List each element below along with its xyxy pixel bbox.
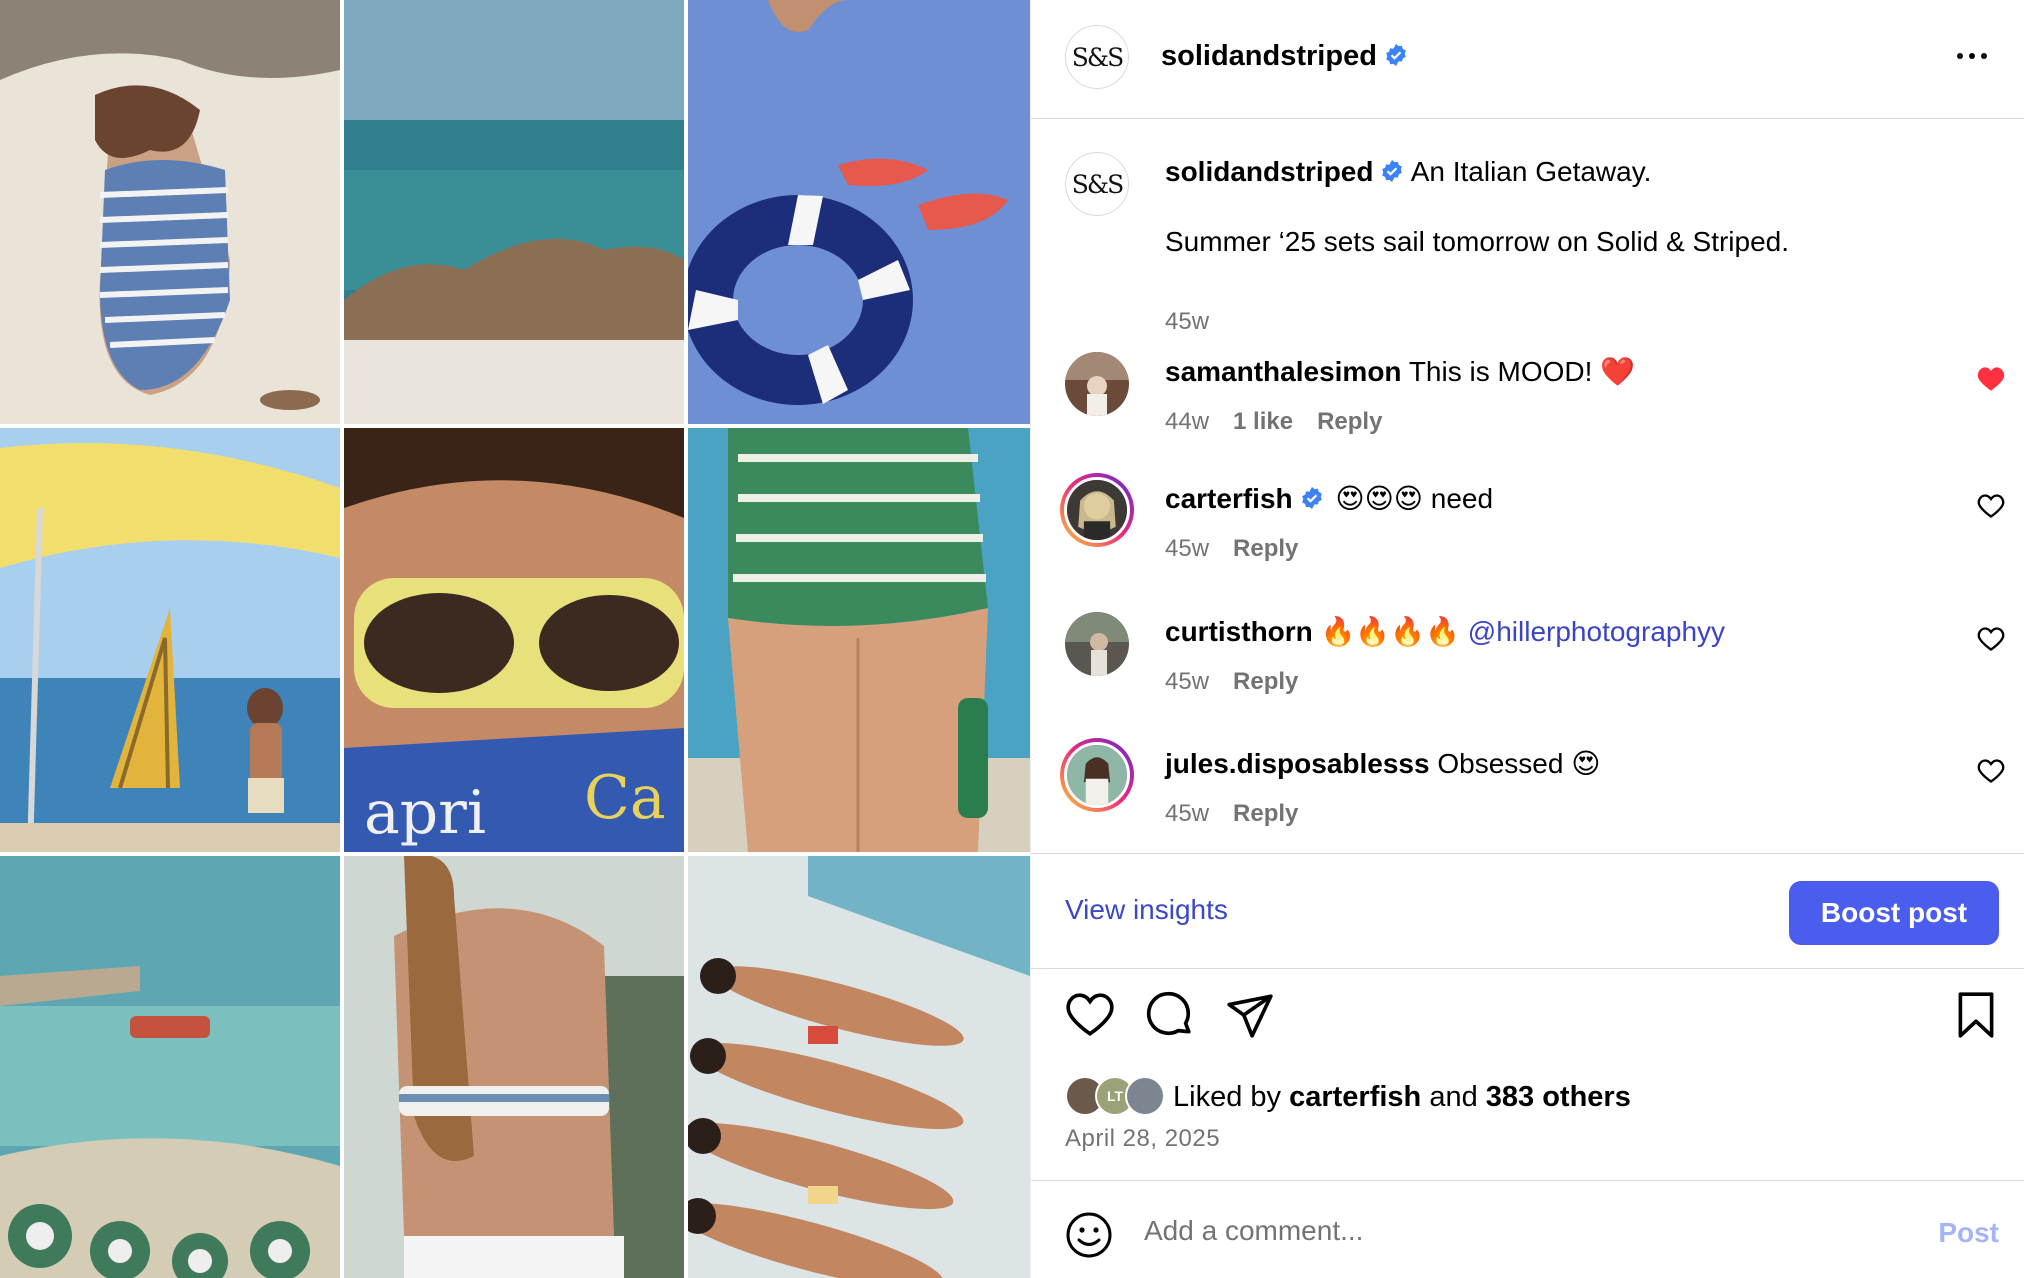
comment-meta: 45w Reply bbox=[1165, 668, 1298, 696]
comment-input[interactable] bbox=[1144, 1209, 1844, 1253]
comment-icon[interactable] bbox=[1145, 990, 1195, 1040]
comment-like-icon[interactable] bbox=[1977, 626, 2005, 652]
comment-time[interactable]: 44w bbox=[1165, 408, 1209, 436]
comment-meta: 44w 1 like Reply bbox=[1165, 408, 1382, 436]
comment-like-filled-icon[interactable] bbox=[1977, 366, 2005, 392]
post-date[interactable]: April 28, 2025 bbox=[1065, 1125, 1220, 1153]
reply-button[interactable]: Reply bbox=[1233, 668, 1298, 696]
caption-time[interactable]: 45w bbox=[1165, 308, 1209, 336]
photo-beach-swimsuit bbox=[0, 0, 340, 424]
caption-text: solidandstriped An Italian Getaway. bbox=[1165, 154, 1925, 190]
comment-time[interactable]: 45w bbox=[1165, 668, 1209, 696]
comments-list: S&S solidandstriped An Italian Getaway. … bbox=[1031, 120, 2024, 854]
photo-beach-aerial bbox=[0, 856, 340, 1278]
account-avatar[interactable]: S&S bbox=[1065, 25, 1129, 89]
comment-time[interactable]: 45w bbox=[1165, 800, 1209, 828]
mention-link[interactable]: @hillerphotographyy bbox=[1468, 616, 1725, 647]
comment-text: samanthalesimon This is MOOD! ❤️ bbox=[1165, 355, 1636, 388]
photo-striped-shorts bbox=[688, 428, 1030, 852]
boost-post-button[interactable]: Boost post bbox=[1789, 881, 1999, 945]
comment-like-icon[interactable] bbox=[1977, 758, 2005, 784]
caption-username[interactable]: solidandstriped bbox=[1165, 156, 1373, 187]
comment-text: curtisthorn 🔥🔥🔥🔥 @hillerphotographyy bbox=[1165, 615, 1726, 648]
likes-text: Liked by carterfish and 383 others bbox=[1173, 1080, 1631, 1113]
more-options-icon[interactable] bbox=[1953, 46, 1991, 66]
account-username[interactable]: solidandstriped bbox=[1161, 40, 1408, 73]
like-icon[interactable] bbox=[1065, 990, 1115, 1040]
comment-text: jules.disposablesss Obsessed 😍 bbox=[1165, 747, 1601, 780]
comment-likes[interactable]: 1 like bbox=[1233, 408, 1293, 436]
verified-badge-icon bbox=[1382, 160, 1403, 182]
post-image-collage[interactable]: apri Ca bbox=[0, 0, 1030, 1278]
commenter-avatar[interactable] bbox=[1065, 352, 1129, 416]
commenter-avatar[interactable] bbox=[1060, 473, 1134, 547]
view-insights-link[interactable]: View insights bbox=[1065, 894, 1228, 926]
commenter-avatar[interactable] bbox=[1060, 738, 1134, 812]
caption-meta: 45w bbox=[1165, 308, 1209, 336]
svg-text:Ca: Ca bbox=[584, 763, 666, 833]
comment-meta: 45w Reply bbox=[1165, 535, 1298, 563]
likes-summary: LT Liked by carterfish and 383 others bbox=[1065, 1075, 1631, 1119]
commenter-username[interactable]: curtisthorn bbox=[1165, 616, 1313, 647]
verified-badge-icon bbox=[1386, 44, 1406, 66]
save-bookmark-icon[interactable] bbox=[1951, 990, 2001, 1040]
liker-avatar bbox=[1125, 1076, 1165, 1116]
reply-button[interactable]: Reply bbox=[1233, 535, 1298, 563]
commenter-avatar[interactable] bbox=[1065, 612, 1129, 676]
post-comment-button[interactable]: Post bbox=[1938, 1217, 1999, 1249]
caption-avatar[interactable]: S&S bbox=[1065, 152, 1129, 216]
add-comment-bar: Post bbox=[1031, 1180, 2024, 1278]
photo-bikini-back bbox=[344, 856, 684, 1278]
commenter-username[interactable]: samanthalesimon bbox=[1165, 356, 1402, 387]
commenter-username[interactable]: jules.disposablesss bbox=[1165, 748, 1430, 779]
comment-meta: 45w Reply bbox=[1165, 800, 1298, 828]
reply-button[interactable]: Reply bbox=[1233, 800, 1298, 828]
caption-body: Summer ‘25 sets sail tomorrow on Solid &… bbox=[1165, 226, 1790, 257]
reply-button[interactable]: Reply bbox=[1317, 408, 1382, 436]
comment-like-icon[interactable] bbox=[1977, 493, 2005, 519]
photo-swim-ring bbox=[688, 0, 1030, 424]
photo-sunbathers-pool bbox=[688, 856, 1030, 1278]
photo-umbrella-sailboat bbox=[0, 428, 340, 852]
post-actions bbox=[1031, 990, 2024, 1050]
comment-text: carterfish 😍😍😍 need bbox=[1165, 482, 1494, 515]
photo-sea-rocks bbox=[344, 0, 684, 424]
svg-text:apri: apri bbox=[364, 778, 486, 848]
share-icon[interactable] bbox=[1225, 990, 1275, 1040]
liker-username[interactable]: carterfish bbox=[1289, 1081, 1421, 1113]
photo-sunglasses-reading: apri Ca bbox=[344, 428, 684, 852]
post-detail-panel: S&S solidandstriped S&S solidandstriped … bbox=[1030, 0, 2024, 1278]
emoji-picker-icon[interactable] bbox=[1065, 1211, 1113, 1259]
caption-title: An Italian Getaway. bbox=[1410, 156, 1652, 187]
verified-badge-icon bbox=[1301, 487, 1322, 509]
comment-time[interactable]: 45w bbox=[1165, 535, 1209, 563]
liker-avatars[interactable]: LT bbox=[1065, 1076, 1167, 1118]
insights-bar: View insights Boost post bbox=[1031, 853, 2024, 969]
likes-count-link[interactable]: 383 others bbox=[1486, 1081, 1631, 1113]
commenter-username[interactable]: carterfish bbox=[1165, 483, 1293, 514]
post-header: S&S solidandstriped bbox=[1031, 0, 2024, 119]
